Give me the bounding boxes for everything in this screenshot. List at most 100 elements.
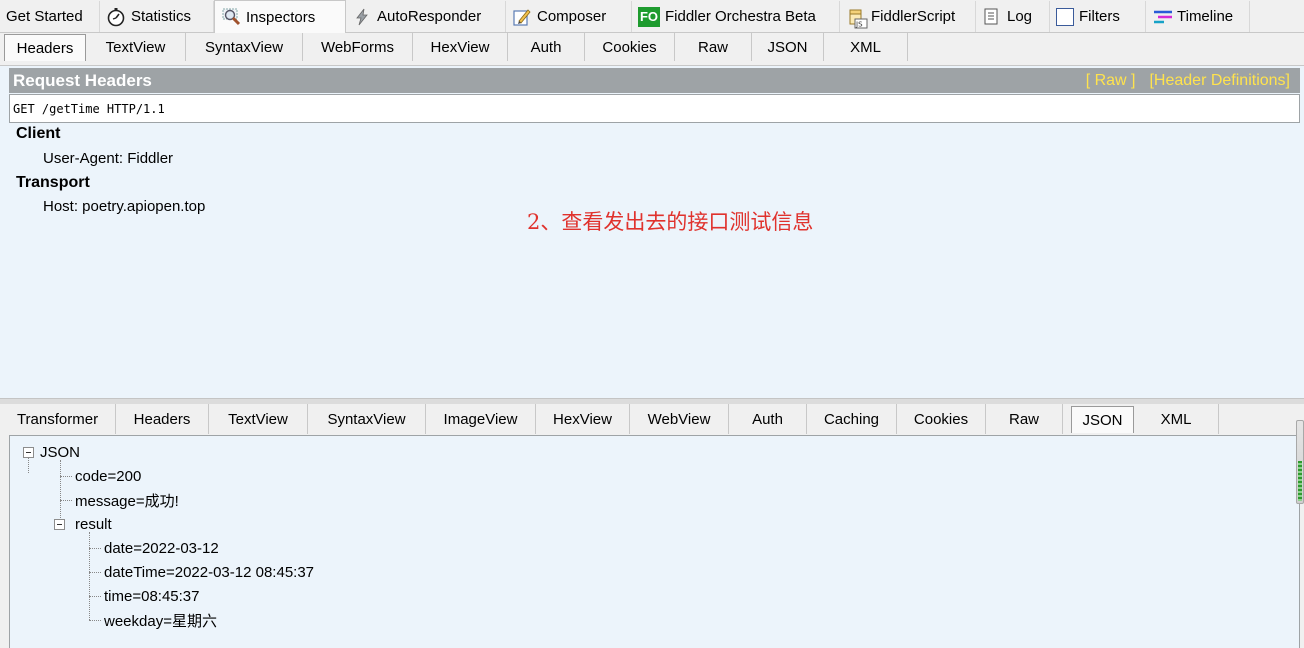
tab-label: WebForms	[320, 38, 395, 56]
response-tab-hexview[interactable]: HexView	[536, 404, 630, 434]
fo-icon: FO	[638, 6, 660, 27]
response-tab-imageview[interactable]: ImageView	[426, 404, 536, 434]
tab-fiddler-orchestra[interactable]: FO Fiddler Orchestra Beta	[632, 1, 840, 32]
json-tree-view: JSON code=200 message=成功! result date=20…	[9, 435, 1300, 648]
tree-connector	[60, 500, 72, 501]
request-tab-auth[interactable]: Auth	[508, 33, 585, 61]
tree-connector	[89, 572, 101, 573]
tab-composer[interactable]: Composer	[506, 1, 632, 32]
raw-link[interactable]: [ Raw ]	[1086, 72, 1136, 89]
response-tab-raw[interactable]: Raw	[986, 404, 1063, 434]
response-tab-textview[interactable]: TextView	[209, 404, 308, 434]
tab-label: FiddlerScript	[871, 8, 956, 25]
tree-connector	[60, 476, 72, 477]
tab-label: JSON	[1082, 411, 1123, 429]
tab-label: Raw	[1008, 410, 1039, 428]
tree-node-date[interactable]: date=2022-03-12	[104, 536, 219, 560]
node-label: JSON	[40, 443, 81, 461]
header-definitions-link[interactable]: [Header Definitions]	[1149, 72, 1290, 89]
tab-label: Headers	[16, 39, 74, 57]
svg-text:JS: JS	[855, 20, 863, 28]
tab-label: AutoResponder	[377, 8, 482, 25]
header-item-user-agent[interactable]: User-Agent: Fiddler	[43, 150, 173, 167]
request-headers-links: [ Raw ] [Header Definitions]	[1072, 72, 1300, 90]
tab-autoresponder[interactable]: AutoResponder	[346, 1, 506, 32]
tab-label: Transformer	[16, 410, 99, 428]
response-tab-syntaxview[interactable]: SyntaxView	[308, 404, 426, 434]
tab-label: Get Started	[6, 8, 83, 25]
request-tab-webforms[interactable]: WebForms	[303, 33, 413, 61]
response-tab-webview[interactable]: WebView	[630, 404, 729, 434]
request-headers-title-bar: Request Headers [ Raw ] [Header Definitio…	[9, 68, 1300, 93]
annotation-text: 2、查看发出去的接口测试信息	[527, 210, 814, 234]
lightning-icon	[352, 7, 372, 27]
tab-label: SyntaxView	[204, 38, 284, 56]
tree-node-message[interactable]: message=成功!	[75, 488, 179, 512]
tab-label: HexView	[553, 410, 612, 428]
stopwatch-icon	[106, 7, 126, 27]
log-list-icon	[982, 7, 1002, 27]
node-label: weekday=星期六	[104, 612, 217, 630]
response-tab-caching[interactable]: Caching	[807, 404, 897, 434]
tree-node-weekday[interactable]: weekday=星期六	[104, 608, 217, 632]
tree-connector	[89, 596, 101, 597]
request-tab-cookies[interactable]: Cookies	[585, 33, 675, 61]
tab-statistics[interactable]: Statistics	[100, 1, 214, 32]
collapse-icon[interactable]	[54, 519, 65, 530]
tab-timeline[interactable]: Timeline	[1146, 1, 1250, 32]
response-tab-strip: Transformer Headers TextView SyntaxView …	[0, 404, 1219, 434]
tab-filters[interactable]: Filters	[1050, 1, 1146, 32]
tab-inspectors[interactable]: Inspectors	[214, 0, 346, 33]
tree-connector	[60, 460, 61, 524]
response-tab-cookies[interactable]: Cookies	[897, 404, 986, 434]
tree-node-time[interactable]: time=08:45:37	[104, 584, 200, 608]
top-tab-strip: Get Started Statistics Inspectors AutoRe…	[0, 0, 1304, 33]
tab-log[interactable]: Log	[976, 1, 1050, 32]
response-tab-xml[interactable]: XML	[1134, 404, 1219, 434]
inspector-magnifier-icon	[221, 7, 241, 27]
tree-node-result[interactable]: result	[75, 512, 112, 536]
tab-get-started[interactable]: Get Started	[0, 1, 100, 32]
tab-label: Timeline	[1177, 8, 1234, 25]
header-group-transport[interactable]: Transport	[16, 174, 90, 192]
tab-label: Cookies	[602, 38, 657, 56]
tab-label: Inspectors	[246, 8, 316, 26]
node-label: time=08:45:37	[104, 587, 200, 605]
vertical-scrollbar[interactable]	[1296, 420, 1304, 504]
tree-connector	[28, 458, 29, 473]
pencil-compose-icon	[512, 7, 532, 27]
tree-connector	[89, 620, 101, 621]
header-item-host[interactable]: Host: poetry.apiopen.top	[43, 198, 205, 215]
header-group-client[interactable]: Client	[16, 125, 60, 143]
tab-label: Log	[1007, 8, 1033, 25]
tab-label: XML	[1160, 410, 1192, 428]
tab-label: Auth	[530, 38, 562, 56]
timeline-icon	[1152, 7, 1172, 27]
tab-label: Filters	[1079, 8, 1120, 25]
collapse-icon[interactable]	[23, 447, 34, 458]
request-tab-textview[interactable]: TextView	[86, 33, 186, 61]
request-tab-json[interactable]: JSON	[752, 33, 824, 61]
request-line: GET /getTime HTTP/1.1	[9, 94, 1300, 123]
tab-fiddlerscript[interactable]: JS FiddlerScript	[840, 1, 976, 32]
request-tab-headers[interactable]: Headers	[4, 34, 86, 61]
response-tab-json[interactable]: JSON	[1071, 406, 1134, 433]
tree-node-code[interactable]: code=200	[75, 464, 141, 488]
node-label: date=2022-03-12	[104, 539, 219, 557]
tree-node-datetime[interactable]: dateTime=2022-03-12 08:45:37	[104, 560, 314, 584]
request-headers-panel: Request Headers [ Raw ] [Header Definitio…	[0, 65, 1304, 398]
request-tab-raw[interactable]: Raw	[675, 33, 752, 61]
tree-node-root[interactable]: JSON	[40, 440, 80, 464]
response-tab-headers[interactable]: Headers	[116, 404, 209, 434]
checkbox-icon	[1056, 7, 1074, 26]
response-tab-transformer[interactable]: Transformer	[0, 404, 116, 434]
tree-connector	[89, 532, 90, 620]
request-tab-syntaxview[interactable]: SyntaxView	[186, 33, 303, 61]
request-tab-xml[interactable]: XML	[824, 33, 908, 61]
tab-label: Composer	[537, 8, 607, 25]
tab-label: TextView	[228, 410, 288, 428]
request-tab-hexview[interactable]: HexView	[413, 33, 508, 61]
response-tab-auth[interactable]: Auth	[729, 404, 807, 434]
tab-label: TextView	[105, 38, 166, 56]
node-label: message=成功!	[75, 492, 179, 510]
